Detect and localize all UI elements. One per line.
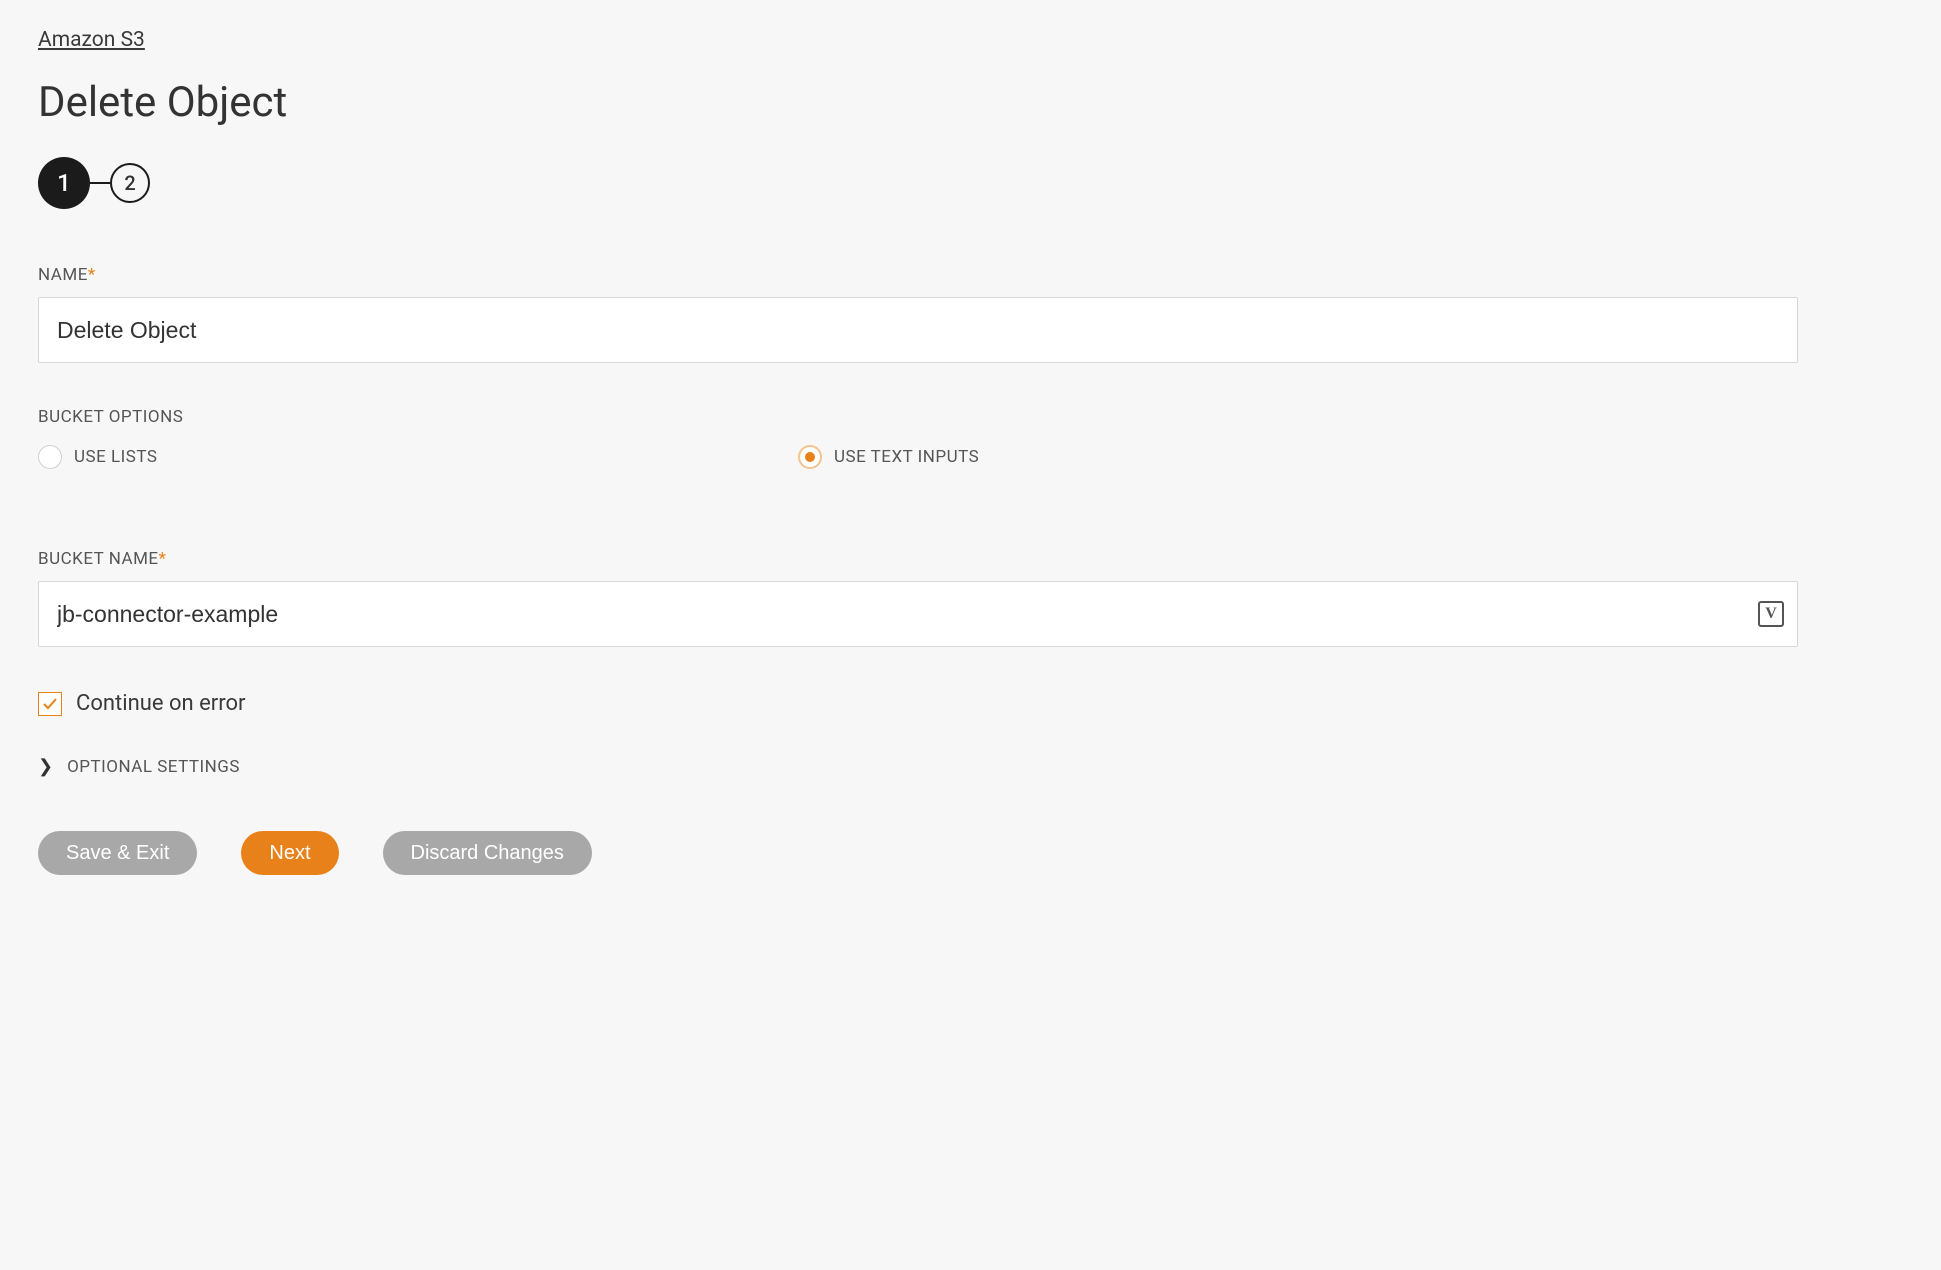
step-2[interactable]: 2: [110, 163, 150, 203]
continue-on-error-checkbox[interactable]: Continue on error: [38, 691, 1903, 716]
required-star-icon: *: [88, 265, 96, 285]
checkbox-checked-icon: [38, 692, 62, 716]
save-and-exit-button[interactable]: Save & Exit: [38, 831, 197, 875]
bucket-options-label: BUCKET OPTIONS: [38, 407, 1903, 427]
step-1[interactable]: 1: [38, 157, 90, 209]
chevron-right-icon: ❯: [38, 756, 53, 777]
continue-on-error-label: Continue on error: [76, 691, 245, 716]
bucket-name-input[interactable]: [38, 581, 1798, 647]
radio-button-icon: [38, 445, 62, 469]
discard-changes-button[interactable]: Discard Changes: [383, 831, 592, 875]
radio-button-selected-icon: [798, 445, 822, 469]
radio-use-text-inputs-label: USE TEXT INPUTS: [834, 447, 979, 467]
breadcrumb: Amazon S3: [38, 28, 1903, 52]
variable-picker-icon[interactable]: V: [1758, 601, 1784, 627]
page-title: Delete Object: [38, 78, 1903, 127]
radio-use-lists[interactable]: USE LISTS: [38, 445, 798, 469]
required-star-icon: *: [159, 549, 167, 569]
wizard-stepper: 1 2: [38, 157, 1903, 209]
next-button[interactable]: Next: [241, 831, 338, 875]
wizard-button-row: Save & Exit Next Discard Changes: [38, 831, 1903, 875]
bucket-name-label: BUCKET NAME*: [38, 549, 1903, 569]
step-separator: [90, 182, 110, 184]
optional-settings-toggle[interactable]: ❯ OPTIONAL SETTINGS: [38, 756, 1903, 777]
optional-settings-label: OPTIONAL SETTINGS: [67, 757, 240, 777]
bucket-options-radio-group: USE LISTS USE TEXT INPUTS: [38, 445, 1903, 469]
breadcrumb-link-amazon-s3[interactable]: Amazon S3: [38, 28, 145, 52]
radio-use-lists-label: USE LISTS: [74, 447, 157, 467]
name-input[interactable]: [38, 297, 1798, 363]
radio-use-text-inputs[interactable]: USE TEXT INPUTS: [798, 445, 1558, 469]
name-label: NAME*: [38, 265, 1903, 285]
